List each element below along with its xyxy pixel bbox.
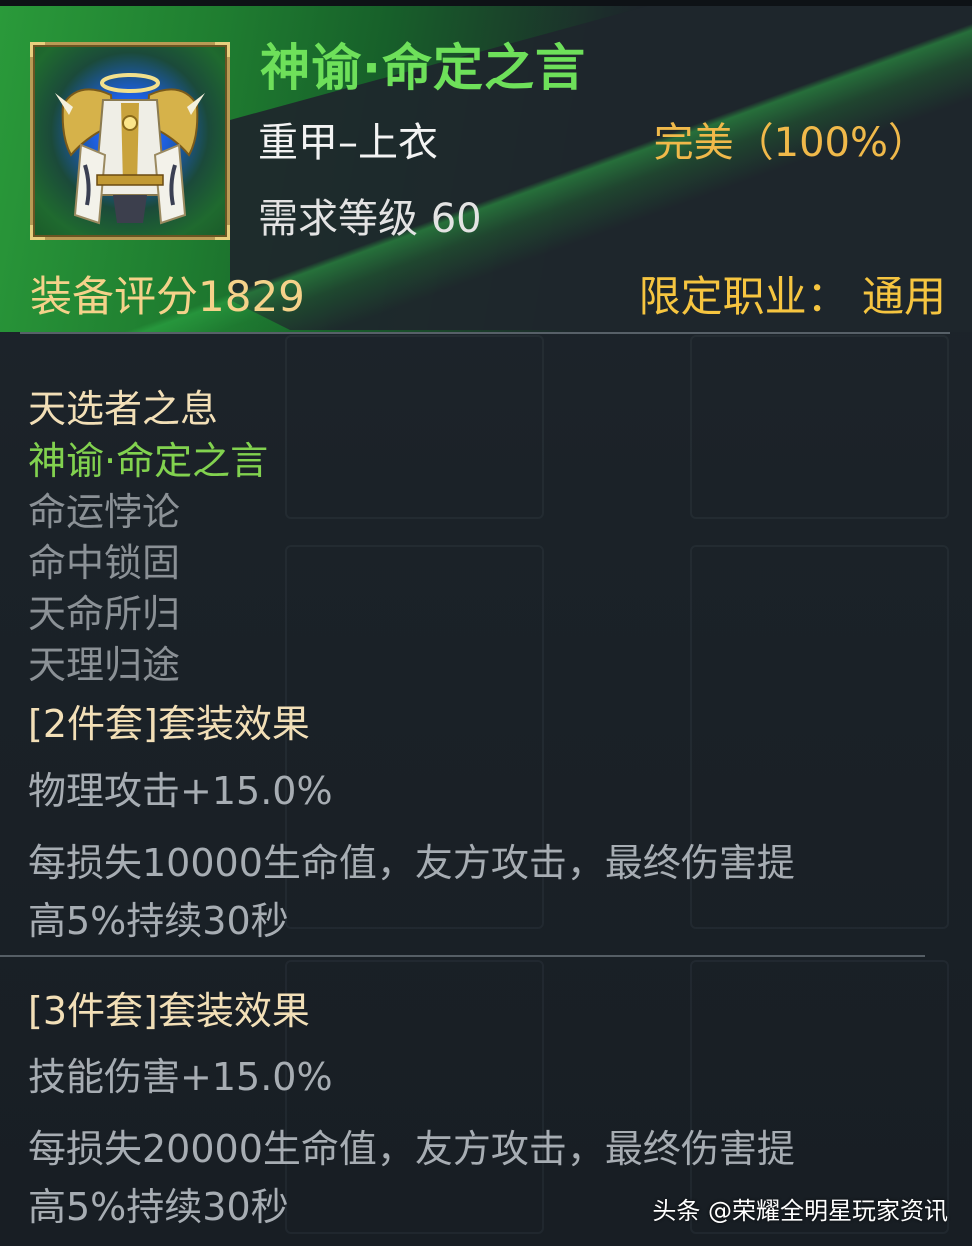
set-piece: 神谕·命定之言 — [28, 439, 269, 483]
item-level-requirement: 需求等级 60 — [258, 196, 482, 242]
set-effect-description: 每损失10000生命值，友方攻击，最终伤害提 — [28, 841, 795, 885]
set-effect-description: 每损失20000生命值，友方攻击，最终伤害提 — [28, 1127, 795, 1171]
set-effect-title: [3件套]套装效果 — [28, 989, 310, 1033]
set-piece: 命运悖论 — [28, 490, 181, 534]
armor-chestplate-icon — [55, 73, 205, 225]
item-tooltip-panel: 神谕·命定之言 重甲–上衣 完美（100%） 需求等级 60 装备评分1829 … — [0, 0, 972, 1246]
item-icon-frame — [30, 42, 230, 240]
class-restriction: 限定职业： 通用 — [638, 272, 946, 321]
top-edge — [0, 0, 972, 6]
bg-card — [690, 335, 949, 519]
item-quality: 完美（100%） — [653, 120, 928, 166]
set-effect-description: 高5%持续30秒 — [28, 1185, 289, 1229]
set-name: 天选者之息 — [28, 387, 219, 431]
header-divider — [20, 332, 950, 334]
set-piece: 命中锁固 — [28, 541, 181, 585]
watermark: 头条 @荣耀全明星玩家资讯 — [652, 1197, 948, 1225]
set-effect-description: 高5%持续30秒 — [28, 899, 289, 943]
set-effect-stat: 物理攻击+15.0% — [28, 769, 333, 813]
set-effect-stat: 技能伤害+15.0% — [28, 1055, 333, 1099]
bg-card — [285, 335, 544, 519]
set-piece: 天理归途 — [28, 643, 181, 687]
set-piece: 天命所归 — [28, 592, 181, 636]
equipment-score: 装备评分1829 — [30, 272, 305, 321]
item-type: 重甲–上衣 — [258, 120, 438, 166]
effect-divider — [0, 955, 925, 957]
item-name: 神谕·命定之言 — [260, 39, 586, 97]
set-effect-title: [2件套]套装效果 — [28, 702, 310, 746]
